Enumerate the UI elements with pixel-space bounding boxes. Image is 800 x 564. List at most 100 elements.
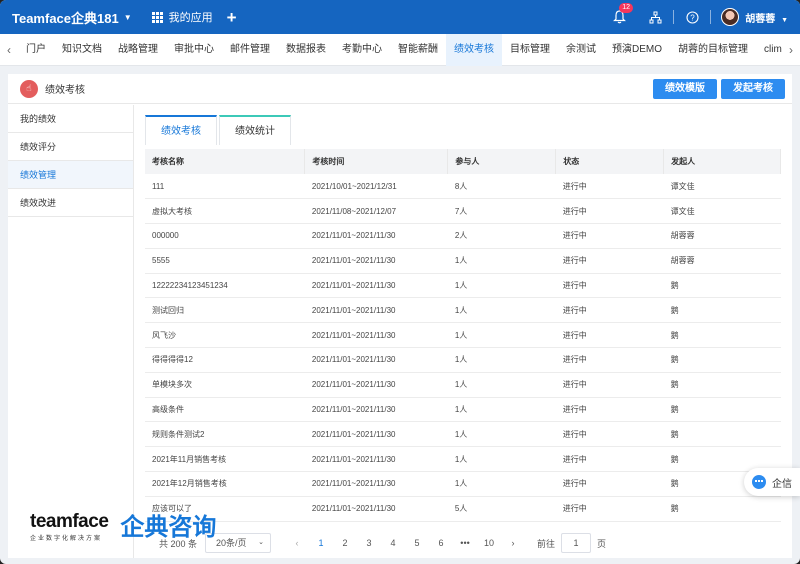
page-number[interactable]: 1: [309, 538, 333, 548]
nav-item[interactable]: 战略管理: [110, 34, 166, 66]
table-cell: 1人: [447, 248, 556, 274]
table-cell: 进行中: [555, 471, 664, 497]
my-apps-label: 我的应用: [168, 12, 213, 24]
table-cell: 2021/11/01~2021/11/30: [304, 421, 448, 448]
table-cell: 高级条件: [145, 397, 305, 423]
page-number[interactable]: 6: [429, 538, 453, 548]
table-cell: 进行中: [555, 496, 664, 522]
nav-item[interactable]: 余测试: [558, 34, 604, 66]
column-header: 考核名称: [145, 149, 306, 174]
nav-item[interactable]: clim: [756, 34, 782, 66]
nav-item[interactable]: 目标管理: [502, 34, 558, 66]
page-size-value: 20条/页: [216, 538, 247, 548]
table-row[interactable]: 高级条件 2021/11/01~2021/11/30 1人 进行中鹅: [145, 397, 781, 423]
nav-item[interactable]: 智能薪酬: [390, 34, 446, 66]
table-row[interactable]: 12222234123451234 2021/11/01~2021/11/30 1人…: [145, 273, 781, 299]
table-cell: 2021年11月销售考核: [145, 446, 305, 473]
table-cell: 2021/11/01~2021/11/30: [304, 322, 448, 349]
user-menu[interactable]: 胡蓉蓉 ▼: [745, 10, 788, 25]
table-cell: 2021/11/01~2021/11/30: [304, 248, 448, 274]
template-button[interactable]: 绩效模版: [653, 79, 717, 99]
page-number[interactable]: 4: [381, 538, 405, 548]
table-cell: 8人: [447, 174, 556, 200]
table-cell: 单模块多次: [145, 372, 305, 398]
sidebar-item[interactable]: 绩效评分: [8, 133, 133, 161]
nav-item[interactable]: 数据报表: [278, 34, 334, 66]
chevron-right-icon[interactable]: ›: [782, 43, 800, 57]
table-cell: 1人: [447, 446, 556, 473]
nav-item[interactable]: 知识文档: [54, 34, 110, 66]
company-name: Teamface企典181: [12, 10, 119, 26]
table-cell: 2021/11/01~2021/11/30: [304, 297, 448, 324]
table-cell: 鹅: [663, 273, 781, 299]
main-panel: 绩效考核 绩效统计 考核名称 考核时间 参与人 状态 发起人 111 2021/10/01…: [135, 105, 792, 558]
table-row[interactable]: 风飞沙 2021/11/01~2021/11/30 1人 进行中鹅: [145, 322, 781, 349]
table-row[interactable]: 2021年11月销售考核 2021/11/01~2021/11/30 1人 进行中鹅: [145, 446, 781, 473]
page-number[interactable]: 10: [477, 538, 501, 548]
table-row[interactable]: 测试回归 2021/11/01~2021/11/30 1人 进行中鹅: [145, 297, 781, 324]
table-cell: 2021/11/01~2021/11/30: [304, 446, 448, 473]
notification-bell-icon[interactable]: 12: [611, 3, 634, 25]
chat-label: 企信: [772, 478, 792, 490]
table-cell: 2021/11/01~2021/11/30: [304, 347, 448, 373]
table-row[interactable]: 5555 2021/11/01~2021/11/30 1人 进行中 胡蓉蓉: [145, 248, 781, 274]
sidebar-item[interactable]: 绩效改进: [8, 189, 133, 217]
tab-bar: 绩效考核 绩效统计: [145, 115, 293, 145]
table-row[interactable]: 应该可以了 2021/11/01~2021/11/30 5人 进行中鹅: [145, 496, 781, 522]
sidebar-item[interactable]: 我的绩效: [8, 105, 133, 133]
table-row[interactable]: 000000 2021/11/01~2021/11/30 2人 进行中 胡蓉蓉: [145, 223, 781, 249]
table-row[interactable]: 虚拟大考核 2021/11/08~2021/12/07 7人 进行中 谭文佳: [145, 198, 781, 225]
table-cell: 5人: [447, 496, 556, 522]
chat-icon: [752, 475, 766, 489]
page-title: 绩效考核: [45, 85, 85, 96]
nav-item[interactable]: 考勤中心: [334, 34, 390, 66]
svg-text:?: ?: [690, 13, 695, 22]
page-number[interactable]: 5: [405, 538, 429, 548]
chat-float-button[interactable]: 企信: [744, 468, 800, 496]
table-cell: 测试回归: [145, 297, 305, 324]
table-cell: 进行中: [555, 372, 664, 398]
tab-performance-stats[interactable]: 绩效统计: [219, 115, 291, 145]
launch-review-button[interactable]: 发起考核: [721, 79, 785, 99]
table-cell: 1人: [447, 372, 556, 398]
pagination: 共 200 条 20条/页 ⌄ ‹ 1 2 3 4 5 6 ••• 10 › 前往 1 页: [145, 532, 781, 554]
table-cell: 鹅: [663, 322, 781, 349]
company-switcher[interactable]: Teamface企典181 ▼: [12, 8, 132, 27]
table-cell: 12222234123451234: [145, 273, 305, 299]
nav-item[interactable]: 审批中心: [166, 34, 222, 66]
avatar[interactable]: [721, 8, 740, 26]
add-icon[interactable]: +: [227, 9, 237, 26]
sidebar-item[interactable]: 绩效管理: [8, 161, 133, 189]
column-header: 发起人: [663, 149, 781, 174]
page-number[interactable]: 3: [357, 538, 381, 548]
nav-item[interactable]: 邮件管理: [222, 34, 278, 66]
notification-badge: 12: [619, 3, 634, 13]
tab-performance-review[interactable]: 绩效考核: [145, 115, 217, 145]
table-cell: 进行中: [555, 248, 664, 274]
table-row[interactable]: 得得得得12 2021/11/01~2021/11/30 1人 进行中鹅: [145, 347, 781, 373]
table-row[interactable]: 2021年12月销售考核 2021/11/01~2021/11/30 1人 进行中鹅: [145, 471, 781, 497]
table-cell: 1人: [447, 273, 556, 299]
nav-item[interactable]: 绩效考核: [446, 33, 502, 66]
help-icon[interactable]: ?: [684, 9, 700, 25]
table-row[interactable]: 111 2021/10/01~2021/12/31 8人 进行中 谭文佳: [145, 174, 781, 200]
table-cell: 谭文佳: [663, 174, 781, 200]
goto-input[interactable]: 1: [561, 533, 592, 553]
table-row[interactable]: 单模块多次 2021/11/01~2021/11/30 1人 进行中鹅: [145, 372, 781, 398]
table-cell: 鹅: [663, 421, 781, 448]
next-page-icon[interactable]: ›: [501, 538, 525, 548]
prev-page-icon[interactable]: ‹: [285, 538, 309, 548]
table-row[interactable]: 规则条件测试2 2021/11/01~2021/11/30 1人 进行中鹅: [145, 421, 781, 448]
org-chart-icon[interactable]: [647, 9, 663, 25]
nav-item[interactable]: 门户: [18, 34, 54, 66]
divider: [673, 10, 675, 24]
page-number[interactable]: 2: [333, 538, 357, 548]
page-number[interactable]: •••: [453, 538, 477, 548]
nav-item[interactable]: 预演DEMO: [604, 34, 670, 66]
column-header: 参与人: [447, 149, 557, 174]
chevron-down-icon: ⌄: [258, 539, 265, 546]
chevron-left-icon[interactable]: ‹: [0, 43, 18, 57]
table-cell: 111: [145, 174, 305, 200]
nav-item[interactable]: 胡蓉的目标管理: [670, 34, 756, 66]
my-apps-button[interactable]: 我的应用: [151, 9, 213, 25]
